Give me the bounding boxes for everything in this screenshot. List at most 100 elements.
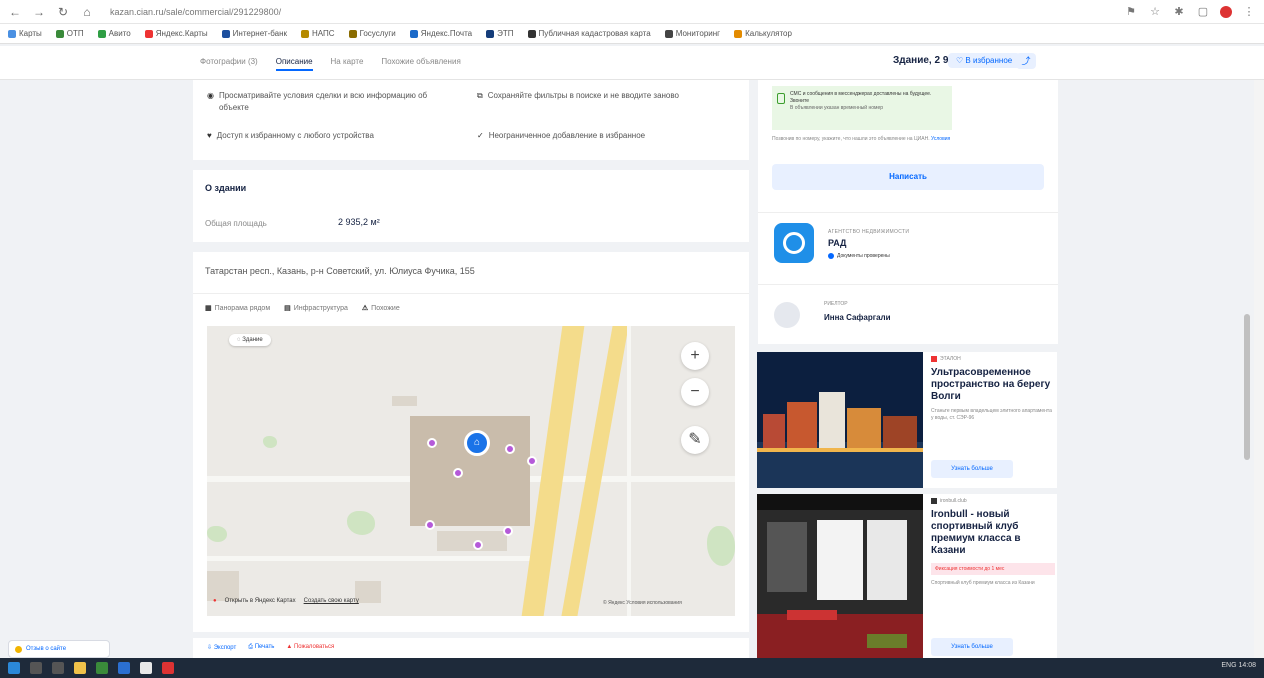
- search-icon[interactable]: [30, 662, 42, 674]
- scrollbar-thumb[interactable]: [1244, 314, 1250, 460]
- realtor-card[interactable]: РИЕЛТОР Инна Сафаргали: [758, 284, 1058, 344]
- conditions-link[interactable]: Условия: [931, 136, 950, 142]
- poi-icon[interactable]: [453, 468, 463, 478]
- area-value: 2 935,2 м²: [338, 217, 380, 227]
- bookmark-item[interactable]: НАПС: [301, 29, 335, 38]
- open-yandex-link[interactable]: Открыть в Яндекс Картах: [225, 598, 296, 604]
- bookmark-item[interactable]: Авито: [97, 29, 131, 38]
- location-card: Татарстан респ., Казань, р-н Советский, …: [193, 252, 749, 632]
- ad-learn-more-button[interactable]: Узнать больше: [931, 460, 1013, 478]
- ad-title[interactable]: Ультрасовременное пространство на берегу…: [931, 367, 1055, 403]
- home-icon[interactable]: ⌂: [80, 5, 94, 19]
- bookmark-item[interactable]: Интернет-банк: [221, 29, 287, 38]
- tab-infrastructure[interactable]: ▤ Инфраструктура: [284, 304, 348, 312]
- building-shape: [207, 571, 239, 601]
- tab-description[interactable]: Описание: [275, 57, 313, 71]
- forward-icon[interactable]: →: [32, 5, 46, 19]
- bookmark-item[interactable]: ЭТП: [486, 29, 514, 38]
- ad-card[interactable]: ЭТАЛОН Ультрасовременное пространство на…: [757, 352, 1057, 488]
- agency-name[interactable]: РАД: [828, 238, 846, 248]
- window-icon[interactable]: ▢: [1196, 5, 1210, 18]
- address-bar[interactable]: kazan.cian.ru/sale/commercial/291229800/: [110, 7, 1114, 17]
- chrome-icon[interactable]: [140, 662, 152, 674]
- brand-icon: [931, 356, 937, 362]
- zoom-in-button[interactable]: +: [681, 342, 709, 370]
- app-icon[interactable]: [162, 662, 174, 674]
- tab-similar[interactable]: Похожие объявления: [381, 57, 460, 71]
- poi-icon[interactable]: [425, 520, 435, 530]
- feedback-button[interactable]: Отзыв о сайте: [8, 640, 110, 658]
- bookmark-item[interactable]: Яндекс.Карты: [144, 29, 208, 38]
- road: [627, 326, 631, 616]
- object-pin-icon[interactable]: ⌂: [464, 430, 490, 456]
- tab-panorama[interactable]: ▦ Панорама рядом: [205, 304, 270, 312]
- reload-icon[interactable]: ↻: [56, 5, 70, 19]
- yandex-terms[interactable]: © Яндекс Условия использования: [603, 600, 682, 606]
- export-link[interactable]: ⇩ Экспорт: [207, 644, 236, 651]
- scrollbar-track[interactable]: [1254, 80, 1264, 658]
- bookmark-item[interactable]: Калькулятор: [734, 29, 792, 38]
- map[interactable]: ◌ Здание ⌂ + − ✎ ● Открыть в Яндекс Карт…: [207, 326, 735, 616]
- tab-photos[interactable]: Фотографии (3): [200, 57, 258, 71]
- extensions-icon[interactable]: ✱: [1172, 5, 1186, 18]
- phone-icon: [777, 93, 785, 104]
- translate-icon[interactable]: ⚑: [1124, 5, 1138, 18]
- brand-icon: [931, 498, 937, 504]
- bookmark-item[interactable]: Госуслуги: [348, 29, 396, 38]
- ad-image[interactable]: [757, 352, 923, 488]
- ad-source: ironbull.club: [931, 498, 1055, 504]
- profile-icon[interactable]: [1220, 5, 1232, 18]
- tab-map[interactable]: На карте: [331, 57, 364, 71]
- ad-card[interactable]: ironbull.club Ironbull - новый спортивны…: [757, 494, 1057, 658]
- poi-icon[interactable]: [473, 540, 483, 550]
- share-icon[interactable]: ⤴: [1016, 53, 1036, 69]
- building-chip[interactable]: ◌ Здание: [229, 334, 271, 346]
- system-tray[interactable]: ENG 14:08: [1221, 662, 1256, 669]
- folder-icon[interactable]: [74, 662, 86, 674]
- browser-toolbar: ← → ↻ ⌂ kazan.cian.ru/sale/commercial/29…: [0, 0, 1264, 24]
- app-icon[interactable]: [118, 662, 130, 674]
- app-icon[interactable]: [96, 662, 108, 674]
- create-map-link[interactable]: Создать свою карту: [304, 598, 359, 604]
- poi-icon[interactable]: [427, 438, 437, 448]
- ad-title[interactable]: Ironbull - новый спортивный клуб премиум…: [931, 509, 1055, 557]
- poi-icon[interactable]: [527, 456, 537, 466]
- star-icon[interactable]: ☆: [1148, 5, 1162, 18]
- agency-card[interactable]: АГЕНТСТВО НЕДВИЖИМОСТИ РАД Документы про…: [758, 212, 1058, 284]
- poi-icon[interactable]: [503, 526, 513, 536]
- poi-icon[interactable]: [505, 444, 515, 454]
- realtor-name[interactable]: Инна Сафаргали: [824, 313, 891, 322]
- road: [207, 556, 537, 561]
- start-icon[interactable]: [8, 662, 20, 674]
- listing-tabs: Фотографии (3) Описание На карте Похожие…: [200, 57, 461, 71]
- write-button[interactable]: Написать: [772, 164, 1044, 190]
- building-shape: [355, 581, 381, 603]
- ruler-button[interactable]: ✎: [681, 426, 709, 454]
- bookmark-item[interactable]: Яндекс.Почта: [409, 29, 472, 38]
- complain-link[interactable]: ▲ Пожаловаться: [286, 644, 334, 651]
- ad-learn-more-button[interactable]: Узнать больше: [931, 638, 1013, 656]
- ad-image[interactable]: [757, 494, 923, 658]
- task-view-icon[interactable]: [52, 662, 64, 674]
- map-footer: ● Открыть в Яндекс Картах Создать свою к…: [213, 598, 359, 604]
- park: [707, 526, 735, 566]
- favorite-button[interactable]: ♡ В избранное: [948, 53, 1021, 68]
- check-icon: [828, 253, 834, 259]
- bookmark-item[interactable]: Мониторинг: [664, 29, 720, 38]
- print-link[interactable]: ⎙ Печать: [248, 644, 274, 651]
- bookmark-item[interactable]: ОТП: [55, 29, 84, 38]
- building-title: О здании: [205, 183, 247, 193]
- bookmark-item[interactable]: Карты: [8, 29, 42, 38]
- zoom-out-button[interactable]: −: [681, 378, 709, 406]
- realtor-type: РИЕЛТОР: [824, 301, 848, 307]
- menu-icon[interactable]: ⋮: [1242, 5, 1256, 18]
- actions-strip: ⇩ Экспорт ⎙ Печать ▲ Пожаловаться: [193, 638, 749, 658]
- area-label: Общая площадь: [205, 219, 267, 228]
- bookmarks-bar: Карты ОТП Авито Яндекс.Карты Интернет-ба…: [0, 24, 1264, 44]
- back-icon[interactable]: ←: [8, 5, 22, 19]
- tab-similar-map[interactable]: ⚠ Похожие: [362, 304, 400, 312]
- bookmark-item[interactable]: Публичная кадастровая карта: [527, 29, 651, 38]
- eye-icon: ◉: [207, 91, 214, 100]
- ad-desc: Спортивный клуб премиум класса из Казани: [931, 580, 1035, 586]
- building-shape: [437, 531, 507, 551]
